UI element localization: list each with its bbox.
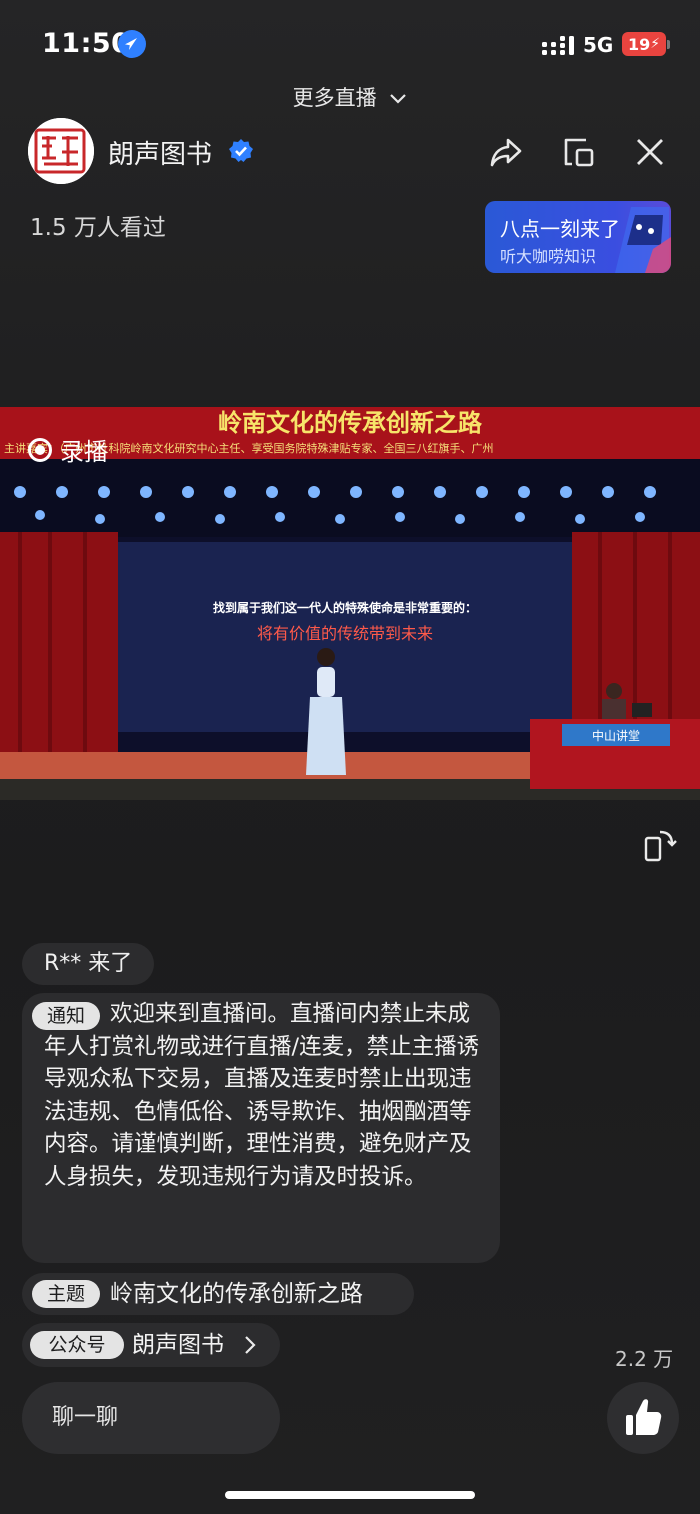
record-icon: [28, 437, 52, 462]
banner-title: 岭南文化的传承创新之路: [218, 408, 483, 437]
topic-tag: 主题: [32, 1280, 100, 1308]
screen-line-2: 将有价值的传统带到未来: [257, 624, 433, 643]
rotate-screen-icon[interactable]: [640, 826, 680, 866]
like-button[interactable]: [607, 1382, 679, 1454]
official-account-tag: 公众号: [30, 1331, 124, 1359]
promo-logo-icon: [615, 207, 671, 273]
chevron-down-icon: [390, 94, 407, 104]
channel-name[interactable]: 朗声图书: [108, 134, 212, 171]
network-type: 5G: [583, 33, 614, 57]
more-live-dropdown[interactable]: 更多直播: [0, 82, 700, 112]
charging-bolt-icon: ⚡: [650, 36, 661, 52]
picture-in-picture-icon[interactable]: [558, 132, 598, 172]
chevron-right-icon: [245, 1336, 256, 1354]
close-icon[interactable]: [630, 132, 670, 172]
more-live-label: 更多直播: [292, 86, 377, 110]
promo-card[interactable]: 八点一刻来了 听大咖唠知识: [485, 201, 671, 273]
desk-sign: 中山讲堂: [592, 728, 640, 743]
promo-subtitle: 听大咖唠知识: [500, 247, 597, 266]
battery-level: 19: [627, 34, 651, 54]
chat-input[interactable]: 聊一聊: [22, 1382, 280, 1454]
notice-text: 欢迎来到直播间。直播间内禁止未成年人打赏礼物或进行直播/连麦，禁止主播诱导观众私…: [44, 1001, 480, 1190]
home-indicator: [225, 1491, 475, 1499]
location-arrow-icon: [118, 30, 146, 58]
replay-badge: 录播: [28, 432, 108, 467]
viewer-count: 1.5 万人看过: [30, 215, 166, 241]
seal-logo-icon: [28, 118, 94, 184]
cellular-signal-icon: [542, 36, 574, 55]
user-joined-message: R** 来了: [22, 943, 155, 985]
screen-line-1: 找到属于我们这一代人的特殊使命是非常重要的：: [213, 600, 477, 615]
replay-label: 录播: [60, 438, 108, 466]
verified-badge-icon: [229, 139, 253, 162]
channel-avatar[interactable]: [28, 118, 94, 184]
thumbs-up-icon: [626, 1399, 662, 1435]
topic-text: 岭南文化的传承创新之路: [110, 1281, 363, 1307]
official-account-name: 朗声图书: [132, 1332, 224, 1358]
like-count: 2.2 万: [615, 1347, 674, 1371]
battery-indicator: 19 ⚡: [622, 32, 666, 56]
battery-tip: [667, 40, 670, 49]
share-icon[interactable]: [486, 132, 526, 172]
promo-title: 八点一刻来了: [500, 217, 620, 241]
